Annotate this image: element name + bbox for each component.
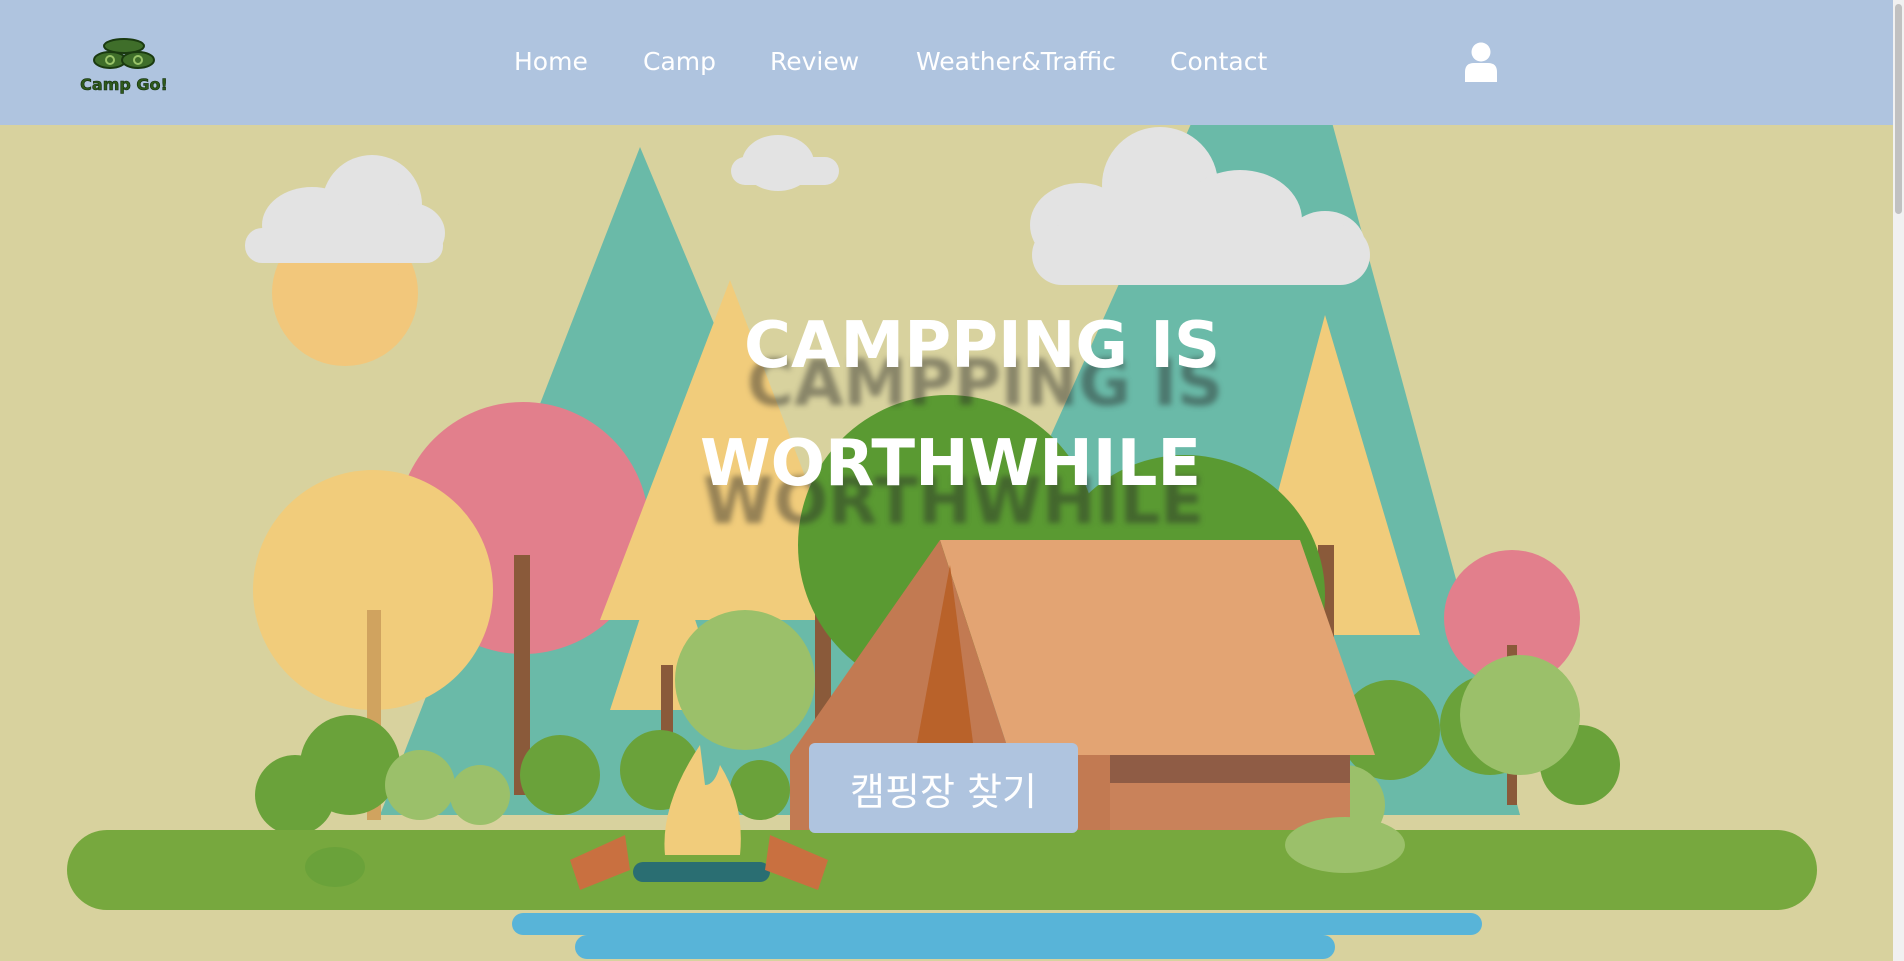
nav-contact[interactable]: Contact [1170, 47, 1267, 76]
scrollbar-thumb[interactable] [1895, 4, 1902, 214]
nav-home[interactable]: Home [514, 47, 588, 76]
main-nav: Home Camp Review Weather&Traffic Contact [0, 0, 1893, 125]
camping-illustration [0, 125, 1893, 961]
user-icon[interactable] [1464, 42, 1498, 82]
hero-title-line1: CAMPPING IS [744, 309, 1221, 383]
find-campsite-button[interactable]: 캠핑장 찾기 [809, 743, 1078, 833]
site-header: Camp Go! Home Camp Review Weather&Traffi… [0, 0, 1893, 125]
nav-review[interactable]: Review [770, 47, 859, 76]
hero-section: CAMPPING IS WORTHWHILE CAMPPING IS WORTH… [0, 125, 1893, 961]
nav-camp[interactable]: Camp [643, 47, 716, 76]
page-scrollbar[interactable] [1893, 0, 1904, 961]
hero-title-line2: WORTHWHILE [700, 427, 1202, 501]
nav-weather-traffic[interactable]: Weather&Traffic [916, 47, 1116, 76]
